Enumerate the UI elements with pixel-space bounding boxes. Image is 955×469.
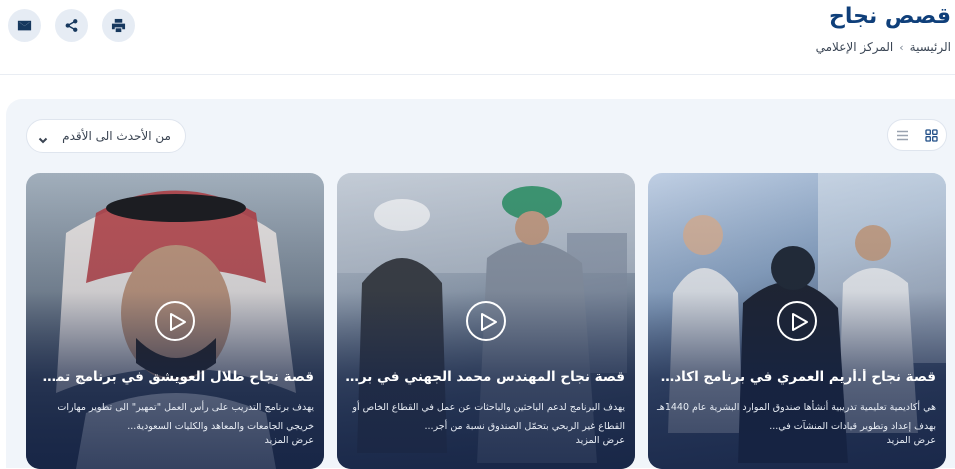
play-button[interactable] bbox=[777, 301, 817, 341]
grid-view-icon bbox=[925, 128, 938, 142]
story-card[interactable]: قصة نجاح طلال العويشق في برنامج تمهير يه… bbox=[26, 173, 324, 469]
breadcrumb-separator-icon: › bbox=[899, 41, 904, 54]
list-view-button[interactable] bbox=[888, 120, 917, 150]
play-icon bbox=[481, 313, 497, 331]
page-actions bbox=[8, 9, 135, 42]
sort-dropdown-value: من الأحدث الى الأقدم bbox=[62, 129, 171, 143]
read-more-link[interactable]: عرض المزيد bbox=[265, 435, 314, 446]
story-title[interactable]: قصة نجاح طلال العويشق في برنامج تمهير bbox=[34, 369, 314, 385]
page-title: قصص نجاح bbox=[829, 4, 951, 29]
play-icon bbox=[792, 313, 808, 331]
list-view-icon bbox=[897, 130, 908, 140]
share-icon bbox=[65, 19, 78, 32]
read-more-link[interactable]: عرض المزيد bbox=[887, 435, 936, 446]
story-title[interactable]: قصة نجاح أ.أريم العمري في برنامج اكاديمي… bbox=[656, 369, 936, 385]
play-button[interactable] bbox=[155, 301, 195, 341]
breadcrumb: الرئيسية › المركز الإعلامي bbox=[816, 40, 951, 54]
view-toggle bbox=[887, 119, 947, 151]
sort-dropdown[interactable]: من الأحدث الى الأقدم bbox=[26, 119, 186, 153]
print-button[interactable] bbox=[102, 9, 135, 42]
story-title[interactable]: قصة نجاح المهندس محمد الجهني في برنامـ..… bbox=[345, 369, 625, 385]
print-icon bbox=[111, 18, 126, 33]
breadcrumb-current: المركز الإعلامي bbox=[815, 40, 894, 54]
story-description: يهدف برنامج التدريب على رأس العمل "تمهير… bbox=[57, 402, 314, 432]
story-description: هي أكاديمية تعليمية تدريبية أنشأها صندوق… bbox=[657, 402, 936, 432]
play-button[interactable] bbox=[466, 301, 506, 341]
grid-view-button[interactable] bbox=[917, 120, 946, 150]
story-description: يهدف البرنامج لدعم الباحثين والباحثات عن… bbox=[352, 402, 625, 432]
email-icon bbox=[17, 20, 32, 31]
stories-panel: من الأحدث الى الأقدم قصة نجاح أ.أريم الع… bbox=[6, 99, 955, 469]
read-more-link[interactable]: عرض المزيد bbox=[576, 435, 625, 446]
story-card[interactable]: قصة نجاح أ.أريم العمري في برنامج اكاديمي… bbox=[648, 173, 946, 469]
breadcrumb-home[interactable]: الرئيسية bbox=[910, 40, 951, 54]
email-button[interactable] bbox=[8, 9, 41, 42]
page-header: قصص نجاح الرئيسية › المركز الإعلامي bbox=[0, 0, 955, 75]
play-icon bbox=[170, 313, 186, 331]
chevron-down-icon bbox=[37, 131, 49, 144]
story-card[interactable]: قصة نجاح المهندس محمد الجهني في برنامـ..… bbox=[337, 173, 635, 469]
share-button[interactable] bbox=[55, 9, 88, 42]
